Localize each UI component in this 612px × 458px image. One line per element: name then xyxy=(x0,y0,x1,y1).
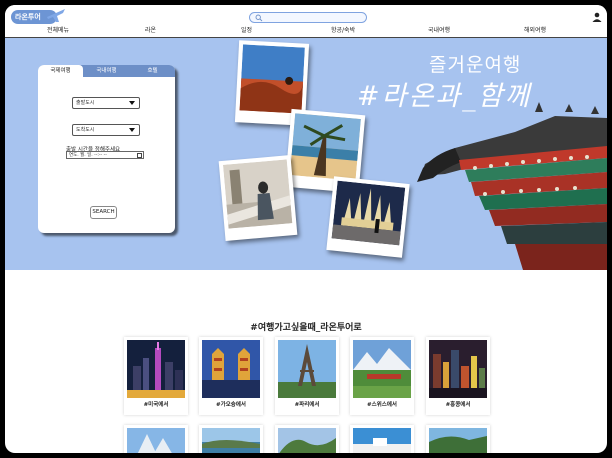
destination-card-row2-2[interactable] xyxy=(199,425,263,453)
nav-item-overseas[interactable]: 해외여행 xyxy=(524,25,546,34)
search-button[interactable]: SEARCH xyxy=(90,206,117,219)
destination-card-paris[interactable]: #파리에서 xyxy=(275,337,339,415)
destination-card-row2-5[interactable] xyxy=(426,425,490,453)
chevron-down-icon xyxy=(129,128,135,132)
desert-image xyxy=(239,44,305,114)
browser-frame: 라온투어 전체메뉴 라온 일정 항공/숙박 국내여행 해외여행 즐거운여행 #라… xyxy=(5,5,607,453)
photo-traveler xyxy=(218,155,298,241)
destination-image xyxy=(353,428,411,453)
booking-panel: 국제여행 국내여행 호텔 출발도시 도착도시 출발 시간을 정해주세요 연도. … xyxy=(38,65,175,233)
booking-tabs: 국제여행 국내여행 호텔 xyxy=(38,65,175,77)
user-icon[interactable] xyxy=(592,12,602,22)
photo-cathedral xyxy=(326,176,410,258)
destination-label: #스위스에서 xyxy=(367,402,397,408)
nav-item-all-menu[interactable]: 전체메뉴 xyxy=(47,25,69,34)
destinations-title: #여행가고싶을때_라온투어로 xyxy=(250,323,362,333)
nav-item-domestic[interactable]: 국내여행 xyxy=(428,25,450,34)
beach-image xyxy=(289,113,361,181)
destination-card-kaohsiung[interactable]: #가오슝에서 xyxy=(199,337,263,415)
airplane-icon xyxy=(47,9,65,22)
hero-banner: 즐거운여행 #라온과_함께 국제여행 국내여행 호텔 출발도시 도착도시 출발 … xyxy=(5,38,607,270)
tab-hotel[interactable]: 호텔 xyxy=(130,65,175,77)
destination-image xyxy=(429,428,487,453)
site-header: 라온투어 전체메뉴 라온 일정 항공/숙박 국내여행 해외여행 xyxy=(5,5,607,38)
destination-card-hongkong[interactable]: #홍콩에서 xyxy=(426,337,490,415)
search-input[interactable] xyxy=(264,13,364,22)
hongkong-image xyxy=(429,340,487,398)
destination-image xyxy=(202,428,260,453)
destination-label: #파리에서 xyxy=(294,402,320,408)
paris-image xyxy=(278,340,336,398)
switzerland-image xyxy=(353,340,411,398)
calendar-icon[interactable] xyxy=(137,153,142,158)
cathedral-image xyxy=(331,180,406,246)
destination-image xyxy=(127,428,185,453)
destination-card-row2-3[interactable] xyxy=(275,425,339,453)
hero-tagline: 즐거운여행 xyxy=(429,54,522,76)
tab-international[interactable]: 국제여행 xyxy=(38,65,83,77)
new-york-image xyxy=(127,340,185,398)
nav-item-schedule[interactable]: 일정 xyxy=(241,25,252,34)
arrival-select[interactable]: 도착도시 xyxy=(72,124,140,136)
destination-label: #홍콩에서 xyxy=(445,402,471,408)
destination-image xyxy=(278,428,336,453)
traveler-image xyxy=(222,159,293,229)
main-nav: 전체메뉴 라온 일정 항공/숙박 국내여행 해외여행 xyxy=(5,25,607,37)
destination-card-switzerland[interactable]: #스위스에서 xyxy=(350,337,414,415)
departure-select-value: 출발도시 xyxy=(76,100,95,106)
destination-card-usa[interactable]: #미국에서 xyxy=(124,337,188,415)
destination-label: #가오슝에서 xyxy=(216,402,246,408)
date-input-value: 연도. 월. 일. --:-- -- xyxy=(69,153,107,158)
tab-domestic[interactable]: 국내여행 xyxy=(84,65,129,77)
arrival-select-value: 도착도시 xyxy=(76,127,95,133)
destination-card-row2-4[interactable] xyxy=(350,425,414,453)
nav-item-raon[interactable]: 라온 xyxy=(145,25,156,34)
search-bar[interactable] xyxy=(249,12,367,23)
kaohsiung-image xyxy=(202,340,260,398)
departure-date-input[interactable]: 연도. 월. 일. --:-- -- xyxy=(66,151,144,159)
logo-text: 라온투어 xyxy=(15,13,41,21)
search-icon xyxy=(255,14,263,22)
chevron-down-icon xyxy=(129,101,135,105)
palace-roof-image xyxy=(417,102,607,270)
nav-item-flight-hotel[interactable]: 항공/숙박 xyxy=(331,25,355,34)
destination-label: #미국에서 xyxy=(143,402,169,408)
destination-card-row2-1[interactable] xyxy=(124,425,188,453)
departure-select[interactable]: 출발도시 xyxy=(72,97,140,109)
